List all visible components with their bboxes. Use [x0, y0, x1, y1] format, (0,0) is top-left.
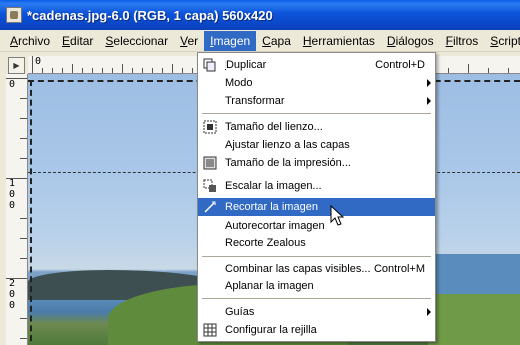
menu-item-ajustar-lienzo-label: Ajustar lienzo a las capas	[225, 139, 350, 151]
submenu-arrow-icon	[427, 308, 431, 316]
menu-separator	[202, 256, 431, 257]
menu-item-tamano-lienzo[interactable]: Tamaño del lienzo...	[198, 118, 435, 136]
duplicate-icon	[203, 58, 216, 72]
menu-dialogos[interactable]: Diálogos	[381, 31, 440, 51]
menu-item-tamano-impresion-label: Tamaño de la impresión...	[225, 157, 351, 169]
menu-item-guias[interactable]: Guías	[198, 303, 435, 321]
menu-item-recorte-zealous-label: Recorte Zealous	[225, 237, 306, 249]
menu-ver[interactable]: Ver	[174, 31, 204, 51]
menu-filtros[interactable]: Filtros	[440, 31, 485, 51]
shortcut-combinar: Control+M	[373, 263, 425, 275]
navigate-button[interactable]: ▶	[8, 57, 25, 74]
menu-item-modo-label: Modo	[225, 77, 253, 89]
grid-icon	[203, 323, 217, 337]
menu-item-duplicar[interactable]: DDuplicar Control+D	[198, 56, 435, 74]
vertical-ruler[interactable]: 0 100 200	[6, 74, 28, 345]
menu-item-escalar-label: Escalar la imagen...	[225, 180, 322, 192]
image-sea	[428, 254, 520, 294]
menu-item-configurar-rejilla[interactable]: Configurar la rejilla	[198, 321, 435, 339]
submenu-arrow-icon	[427, 79, 431, 87]
menu-item-transformar[interactable]: Transformar	[198, 92, 435, 110]
ruler-left-label-0: 0	[9, 79, 16, 90]
menu-item-recorte-zealous[interactable]: Recorte Zealous	[198, 234, 435, 252]
menu-item-tamano-impresion[interactable]: Tamaño de la impresión...	[198, 154, 435, 172]
menu-item-recortar-label: Recortar la imagen	[225, 201, 318, 213]
menu-archivo[interactable]: Archivo	[4, 31, 56, 51]
ruler-left-label-100: 100	[9, 178, 16, 211]
menu-capa[interactable]: Capa	[256, 31, 297, 51]
menu-seleccionar[interactable]: Seleccionar	[99, 31, 174, 51]
menu-item-recortar[interactable]: Recortar la imagen	[198, 198, 435, 216]
app-icon	[6, 7, 22, 23]
title-bar: *cadenas.jpg-6.0 (RGB, 1 capa) 560x420	[0, 0, 520, 30]
menu-item-transformar-label: Transformar	[225, 95, 285, 107]
crop-icon	[204, 201, 216, 213]
menu-herramientas[interactable]: Herramientas	[297, 31, 381, 51]
menu-item-combinar-label: Combinar las capas visibles...	[225, 263, 371, 275]
menu-item-combinar[interactable]: Combinar las capas visibles... Control+M	[198, 260, 435, 278]
menu-separator	[202, 113, 431, 114]
menu-editar[interactable]: Editar	[56, 31, 99, 51]
print-size-icon	[203, 156, 217, 170]
menu-item-configurar-rejilla-label: Configurar la rejilla	[225, 324, 317, 336]
menu-item-modo[interactable]: Modo	[198, 74, 435, 92]
submenu-arrow-icon	[427, 97, 431, 105]
menu-item-guias-label: Guías	[225, 306, 255, 318]
menu-script-fu[interactable]: Script-Fu	[484, 31, 520, 51]
menu-item-aplanar[interactable]: Aplanar la imagen	[198, 277, 435, 295]
image-grass	[428, 294, 520, 345]
menu-item-escalar[interactable]: Escalar la imagen...	[198, 177, 435, 195]
mouse-cursor-icon	[330, 205, 345, 226]
menu-imagen[interactable]: Imagen	[204, 30, 257, 51]
menu-item-ajustar-lienzo[interactable]: Ajustar lienzo a las capas	[198, 136, 435, 154]
menu-item-autorecortar-label: Autorecortar imagen	[225, 220, 325, 232]
menu-item-aplanar-label: Aplanar la imagen	[225, 280, 314, 292]
scale-image-icon	[203, 179, 216, 192]
menu-item-autorecortar[interactable]: Autorecortar imagen	[198, 217, 435, 235]
play-icon: ▶	[13, 61, 20, 70]
ruler-left-label-200: 200	[9, 278, 16, 311]
window-title: *cadenas.jpg-6.0 (RGB, 1 capa) 560x420	[27, 7, 273, 23]
menu-bar: Archivo Editar Seleccionar Ver Imagen Ca…	[0, 30, 520, 52]
menu-item-duplicar-label: Duplicar	[225, 59, 267, 71]
menu-separator	[202, 298, 431, 299]
menu-item-tamano-lienzo-label: Tamaño del lienzo...	[225, 121, 323, 133]
imagen-menu: DDuplicar Control+D Modo Transformar Tam…	[197, 52, 436, 342]
ruler-top-label: 0	[35, 56, 42, 67]
canvas-size-icon	[203, 120, 217, 134]
selection-border-left	[30, 80, 32, 345]
shortcut-duplicar: Control+D	[375, 59, 425, 71]
